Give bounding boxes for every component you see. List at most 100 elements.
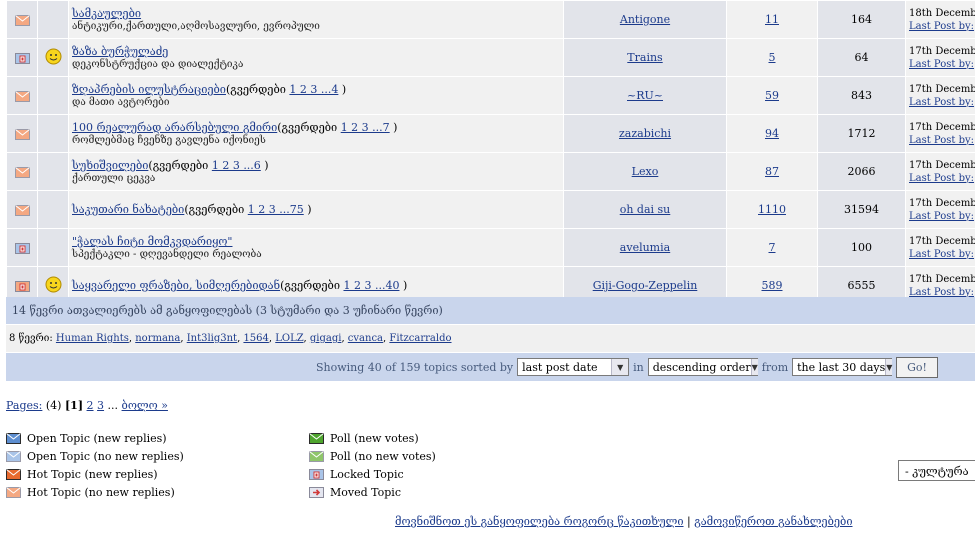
sort-by-value: last post date (522, 360, 598, 374)
last-post-link[interactable]: Last Post by: (909, 97, 974, 108)
replies-link[interactable]: 7 (769, 241, 776, 254)
views-count: 2066 (847, 165, 876, 178)
replies-link[interactable]: 59 (765, 89, 779, 102)
poll-no-new-icon (309, 450, 324, 462)
topic-pages-link[interactable]: 1 2 3 ...7 (341, 121, 390, 134)
chevron-down-icon: ▼ (611, 359, 629, 375)
open-new-icon (6, 432, 21, 444)
topic-row: 100 რეალურად არარსებული გმირი(გვერდები 1… (6, 114, 975, 153)
range-select[interactable]: the last 30 days ▼ (792, 358, 893, 376)
last-post-link[interactable]: Last Post by: (909, 249, 974, 260)
pages-label: (გვერდები (277, 121, 341, 134)
views-count: 100 (851, 241, 872, 254)
hot-no-new-icon (14, 204, 30, 216)
replies-link[interactable]: 87 (765, 165, 779, 178)
topic-title-link[interactable]: "ჭალას ჩიტი მომკვდარიყო" (72, 235, 232, 248)
sort-by-select[interactable]: last post date ▼ (517, 358, 630, 376)
member-link[interactable]: Fitzcarraldo (389, 333, 451, 344)
member-link[interactable]: cvanca (348, 333, 383, 344)
topic-author-link[interactable]: avelumia (620, 241, 670, 254)
topic-pages-link[interactable]: 1 2 3 ...40 (343, 279, 399, 292)
member-link[interactable]: Int3lig3nt (187, 333, 237, 344)
forum-jump-select[interactable]: - კულტურა (898, 460, 975, 481)
topic-row: სამკაულები ანტიკური,ქართული,აღმოსავლური, … (6, 0, 975, 39)
member-link[interactable]: gigagi (310, 333, 342, 344)
go-button[interactable]: Go! (896, 356, 938, 378)
last-post-date: 17th December (909, 45, 975, 57)
legend-label: Locked Topic (330, 467, 404, 481)
last-post-date: 17th December (909, 83, 975, 95)
views-count: 843 (851, 89, 872, 102)
member-link[interactable]: Human Rights (56, 333, 129, 344)
last-post-link[interactable]: Last Post by: (909, 211, 974, 222)
last-page-link[interactable]: ბოლო » (122, 399, 168, 412)
topic-author-link[interactable]: zazabichi (619, 127, 671, 140)
topic-pages-link[interactable]: 1 2 3 ...4 (289, 83, 338, 96)
topic-author-link[interactable]: Lexo (632, 165, 659, 178)
subscribe-link[interactable]: გამოვიწეროთ განახლებები (694, 515, 852, 528)
replies-link[interactable]: 11 (765, 13, 779, 26)
hot-no-new-icon (6, 486, 21, 498)
legend-item: Poll (no new votes) (309, 447, 436, 465)
page-2-link[interactable]: 2 (87, 399, 94, 412)
topic-author-link[interactable]: Giji-Gogo-Zeppelin (593, 279, 698, 292)
hot-no-new-icon (14, 14, 30, 26)
last-post-link[interactable]: Last Post by: (909, 59, 974, 70)
replies-link[interactable]: 589 (762, 279, 783, 292)
order-select[interactable]: descending order ▼ (647, 358, 758, 376)
active-users-bar: 14 წევრი ათვალიერებს ამ განყოფილებას (3 … (6, 297, 975, 324)
page-3-link[interactable]: 3 (97, 399, 104, 412)
legend-label: Poll (new votes) (330, 431, 419, 445)
mark-read-link[interactable]: მოვნიშნოთ ეს განყოფილება როგორც წაკითხულ… (395, 515, 684, 528)
topic-author-link[interactable]: Trains (627, 51, 662, 64)
topic-title-link[interactable]: სუხიშვილები (72, 159, 148, 172)
topic-title-link[interactable]: 100 რეალურად არარსებული გმირი (72, 121, 277, 134)
topic-title-link[interactable]: საკუთარი ნახატები (72, 203, 184, 216)
last-post-link[interactable]: Last Post by: (909, 21, 974, 32)
views-count: 164 (851, 13, 872, 26)
topic-author-link[interactable]: ~RU~ (627, 89, 663, 102)
topic-title-link[interactable]: საყვარელი ფრაზები, სიმღერებიდან (72, 279, 280, 292)
last-post-link[interactable]: Last Post by: (909, 173, 974, 184)
last-post-date: 18th December (909, 7, 975, 19)
pages-link[interactable]: Pages: (6, 399, 42, 412)
views-count: 6555 (847, 279, 876, 292)
legend-item: Poll (new votes) (309, 429, 436, 447)
topic-table: სამკაულები ანტიკური,ქართული,აღმოსავლური, … (6, 0, 975, 305)
member-link[interactable]: LOLZ (275, 333, 303, 344)
topic-row: სუხიშვილები(გვერდები 1 2 3 ...6 ) ქართული… (6, 152, 975, 191)
member-link[interactable]: normana (135, 333, 180, 344)
member-link[interactable]: 1564 (243, 333, 268, 344)
topic-pages-link[interactable]: 1 2 3 ...6 (212, 159, 261, 172)
topic-description: და მათი ავტორები (72, 97, 170, 108)
pages-close: ) (399, 279, 408, 292)
views-count: 31594 (844, 203, 879, 216)
showing-text: Showing 40 of 159 topics sorted by (316, 360, 514, 374)
pages-close: ) (389, 121, 398, 134)
last-post-link[interactable]: Last Post by: (909, 287, 974, 298)
page-count: (4) (45, 399, 62, 412)
legend-item: Hot Topic (no new replies) (6, 483, 184, 501)
replies-link[interactable]: 94 (765, 127, 779, 140)
active-users-text: 14 წევრი ათვალიერებს ამ განყოფილებას (3 … (12, 304, 443, 317)
topic-title-link[interactable]: ზაზა ბურჭულაძე (72, 45, 168, 58)
in-label: in (633, 360, 644, 374)
order-value: descending order (652, 360, 751, 374)
replies-link[interactable]: 1110 (758, 203, 786, 216)
locked-icon (309, 468, 324, 480)
legend-item: Moved Topic (309, 483, 436, 501)
last-post-link[interactable]: Last Post by: (909, 135, 974, 146)
members-label: 8 წევრი: (9, 333, 56, 344)
poll-new-icon (309, 432, 324, 444)
topic-title-link[interactable]: სამკაულები (72, 7, 141, 20)
pages-label: (გვერდები (225, 83, 290, 96)
pages-close: ) (260, 159, 269, 172)
topic-pages-link[interactable]: 1 2 3 ...75 (248, 203, 304, 216)
topic-title-link[interactable]: ზღაპრების ილუსტრაციები (72, 83, 226, 96)
legend-item: Open Topic (new replies) (6, 429, 184, 447)
topic-author-link[interactable]: oh dai su (620, 203, 671, 216)
replies-link[interactable]: 5 (769, 51, 776, 64)
topic-description: სპექტაკლი - დღევანდელი რეალობა (72, 249, 262, 260)
topic-author-link[interactable]: Antigone (620, 13, 670, 26)
from-label: from (761, 360, 789, 374)
